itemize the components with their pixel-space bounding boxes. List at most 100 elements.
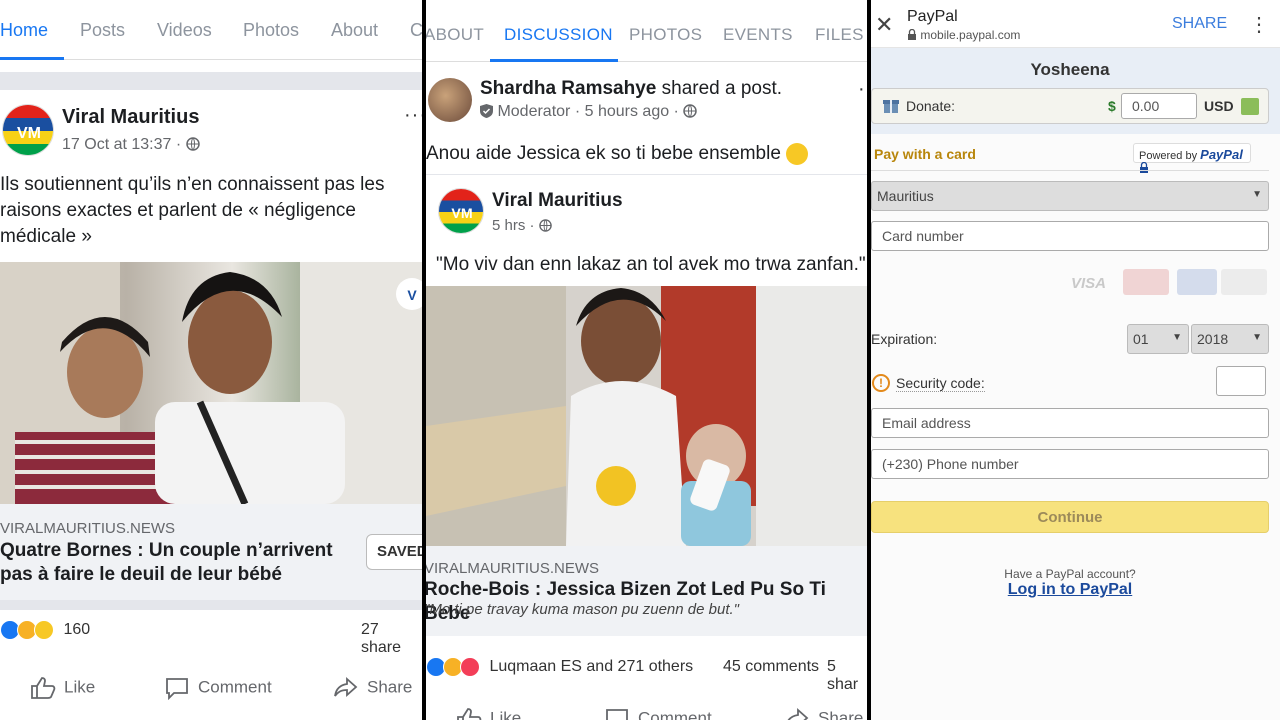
link-title: Quatre Bornes : Un couple n’arrivent pas…	[0, 540, 333, 585]
svg-text:V: V	[407, 287, 417, 303]
tab-photos[interactable]: PHOTOS	[629, 25, 702, 45]
browser-toolbar: ✕ PayPal mobile.paypal.com SHARE ⋮	[871, 0, 1280, 48]
link-preview[interactable]: VIRALMAURITIUS.NEWS Roche-Bois : Jessica…	[426, 546, 867, 636]
country-select[interactable]: Mauritius ▼	[871, 181, 1269, 211]
share-label: Share	[367, 677, 413, 697]
like-button[interactable]: Like	[456, 707, 521, 720]
expiration-label: Expiration:	[871, 331, 938, 347]
svg-text:VM: VM	[17, 125, 41, 142]
post-header: Shardha Ramsahye shared a post.	[480, 78, 782, 100]
exp-month-select[interactable]: 01 ▼	[1127, 324, 1189, 354]
shield-icon	[480, 104, 493, 118]
comment-button[interactable]: Comment	[604, 707, 712, 720]
tab-videos[interactable]: Videos	[157, 20, 212, 41]
share-button[interactable]: Share	[333, 676, 412, 700]
post-timestamp: 17 Oct at 13:37 ·	[62, 136, 200, 154]
login-link[interactable]: Log in to PayPal	[871, 581, 1269, 599]
comment-button[interactable]: Comment	[164, 676, 272, 701]
share-count[interactable]: 27 share	[361, 621, 422, 657]
pay-with-card-heading: Pay with a card	[874, 146, 976, 162]
currency-dropdown-icon[interactable]	[1241, 98, 1259, 115]
country-value: Mauritius	[877, 188, 934, 204]
kebab-menu-icon[interactable]: ⋮	[1249, 12, 1269, 37]
like-button[interactable]: Like	[30, 676, 95, 700]
browser-url: mobile.paypal.com	[907, 28, 1020, 42]
poster-name[interactable]: Shardha Ramsahye	[480, 78, 656, 99]
more-options-icon[interactable]: ·	[858, 78, 866, 101]
globe-icon	[683, 104, 698, 118]
comment-icon	[166, 678, 188, 701]
post-meta: Moderator · 5 hours ago ·	[480, 103, 698, 121]
lock-icon	[1140, 161, 1148, 173]
paypal-checkout-panel: ✕ PayPal mobile.paypal.com SHARE ⋮ Yoshe…	[871, 0, 1280, 720]
share-button[interactable]: Share	[784, 707, 863, 720]
powered-by-text: Powered by	[1139, 150, 1198, 162]
post-text-content: Anou aide Jessica ek so ti bebe ensemble	[426, 143, 781, 165]
reaction-summary[interactable]: 160	[0, 620, 90, 640]
shared-page-avatar[interactable]: VM	[438, 188, 484, 234]
tab-files[interactable]: FILES	[815, 25, 864, 45]
globe-icon	[538, 219, 552, 232]
chevron-down-icon: ▼	[1172, 332, 1182, 343]
tab-home[interactable]: Home	[0, 20, 48, 41]
shared-post-photo[interactable]	[426, 286, 867, 546]
visa-logo: VISA	[1071, 275, 1107, 292]
exp-year-select[interactable]: 2018 ▼	[1191, 324, 1269, 354]
love-reaction-icon	[460, 657, 480, 677]
shared-post-quote: "Mo viv dan enn lakaz an tol avek mo trw…	[436, 254, 866, 275]
section-divider	[0, 600, 422, 610]
share-button[interactable]: SHARE	[1172, 15, 1227, 33]
saved-button[interactable]: SAVED	[366, 534, 422, 570]
security-code-label[interactable]: Security code:	[896, 375, 985, 392]
tab-events[interactable]: EVENTS	[723, 25, 793, 45]
powered-by-badge: Powered by PayPal	[1133, 143, 1251, 173]
exp-year-value: 2018	[1197, 331, 1229, 347]
section-divider	[0, 72, 422, 90]
tab-discussion[interactable]: DISCUSSION	[504, 25, 613, 45]
comment-count[interactable]: 45 comments	[723, 658, 819, 676]
tab-posts[interactable]: Posts	[80, 20, 125, 41]
email-input[interactable]: Email address	[871, 408, 1269, 438]
more-options-icon[interactable]: ···	[404, 104, 422, 127]
group-tabs: ABOUT DISCUSSION PHOTOS EVENTS FILES	[426, 0, 867, 62]
tab-community[interactable]: C	[410, 20, 422, 41]
post-photo[interactable]: V	[0, 262, 422, 506]
security-code-input[interactable]	[1216, 366, 1266, 396]
tab-about[interactable]: About	[331, 20, 378, 41]
link-domain: VIRALMAURITIUS.NEWS	[426, 560, 600, 577]
continue-button[interactable]: Continue	[871, 501, 1269, 533]
timestamp-text: 17 Oct at 13:37 ·	[62, 136, 182, 153]
share-label: Share	[818, 708, 864, 720]
page-avatar[interactable]: VM	[2, 104, 54, 156]
tab-about[interactable]: ABOUT	[426, 25, 484, 45]
chevron-down-icon: ▼	[1252, 189, 1262, 200]
browser-title: PayPal	[907, 8, 958, 25]
wow-reaction-icon	[34, 620, 54, 640]
lock-icon	[908, 28, 916, 40]
post-text: Ils soutiennent qu’ils n’en connaissent …	[0, 174, 385, 247]
shared-time-text: 5 hrs ·	[492, 217, 535, 234]
thumbs-up-icon	[31, 677, 56, 699]
shared-page-name[interactable]: Viral Mauritius	[492, 190, 623, 212]
comment-label: Comment	[198, 677, 272, 697]
post-text: Anou aide Jessica ek so ti bebe ensemble	[426, 143, 809, 165]
share-icon	[787, 707, 809, 720]
link-preview[interactable]: VIRALMAURITIUS.NEWS Quatre Bornes : Un c…	[0, 504, 422, 600]
user-avatar[interactable]	[428, 78, 472, 122]
phone-input[interactable]: (+230) Phone number	[871, 449, 1269, 479]
exp-month-value: 01	[1133, 331, 1149, 347]
role-badge: Moderator	[497, 103, 571, 120]
page-name[interactable]: Viral Mauritius	[62, 106, 199, 129]
share-icon	[334, 676, 358, 698]
reaction-summary[interactable]: Luqmaan ES and 271 others	[426, 657, 693, 677]
card-number-input[interactable]: Card number	[871, 221, 1269, 251]
amount-input[interactable]: 0.00	[1121, 93, 1197, 119]
close-icon[interactable]: ✕	[875, 12, 893, 38]
have-account-text: Have a PayPal account?	[1004, 567, 1136, 581]
reaction-count: 160	[63, 621, 91, 639]
tab-photos[interactable]: Photos	[243, 20, 299, 41]
info-icon[interactable]: !	[872, 374, 890, 392]
facebook-group-panel: ABOUT DISCUSSION PHOTOS EVENTS FILES Sha…	[426, 0, 867, 720]
active-tab-indicator	[0, 57, 64, 60]
share-count[interactable]: 5 shar	[827, 658, 867, 694]
